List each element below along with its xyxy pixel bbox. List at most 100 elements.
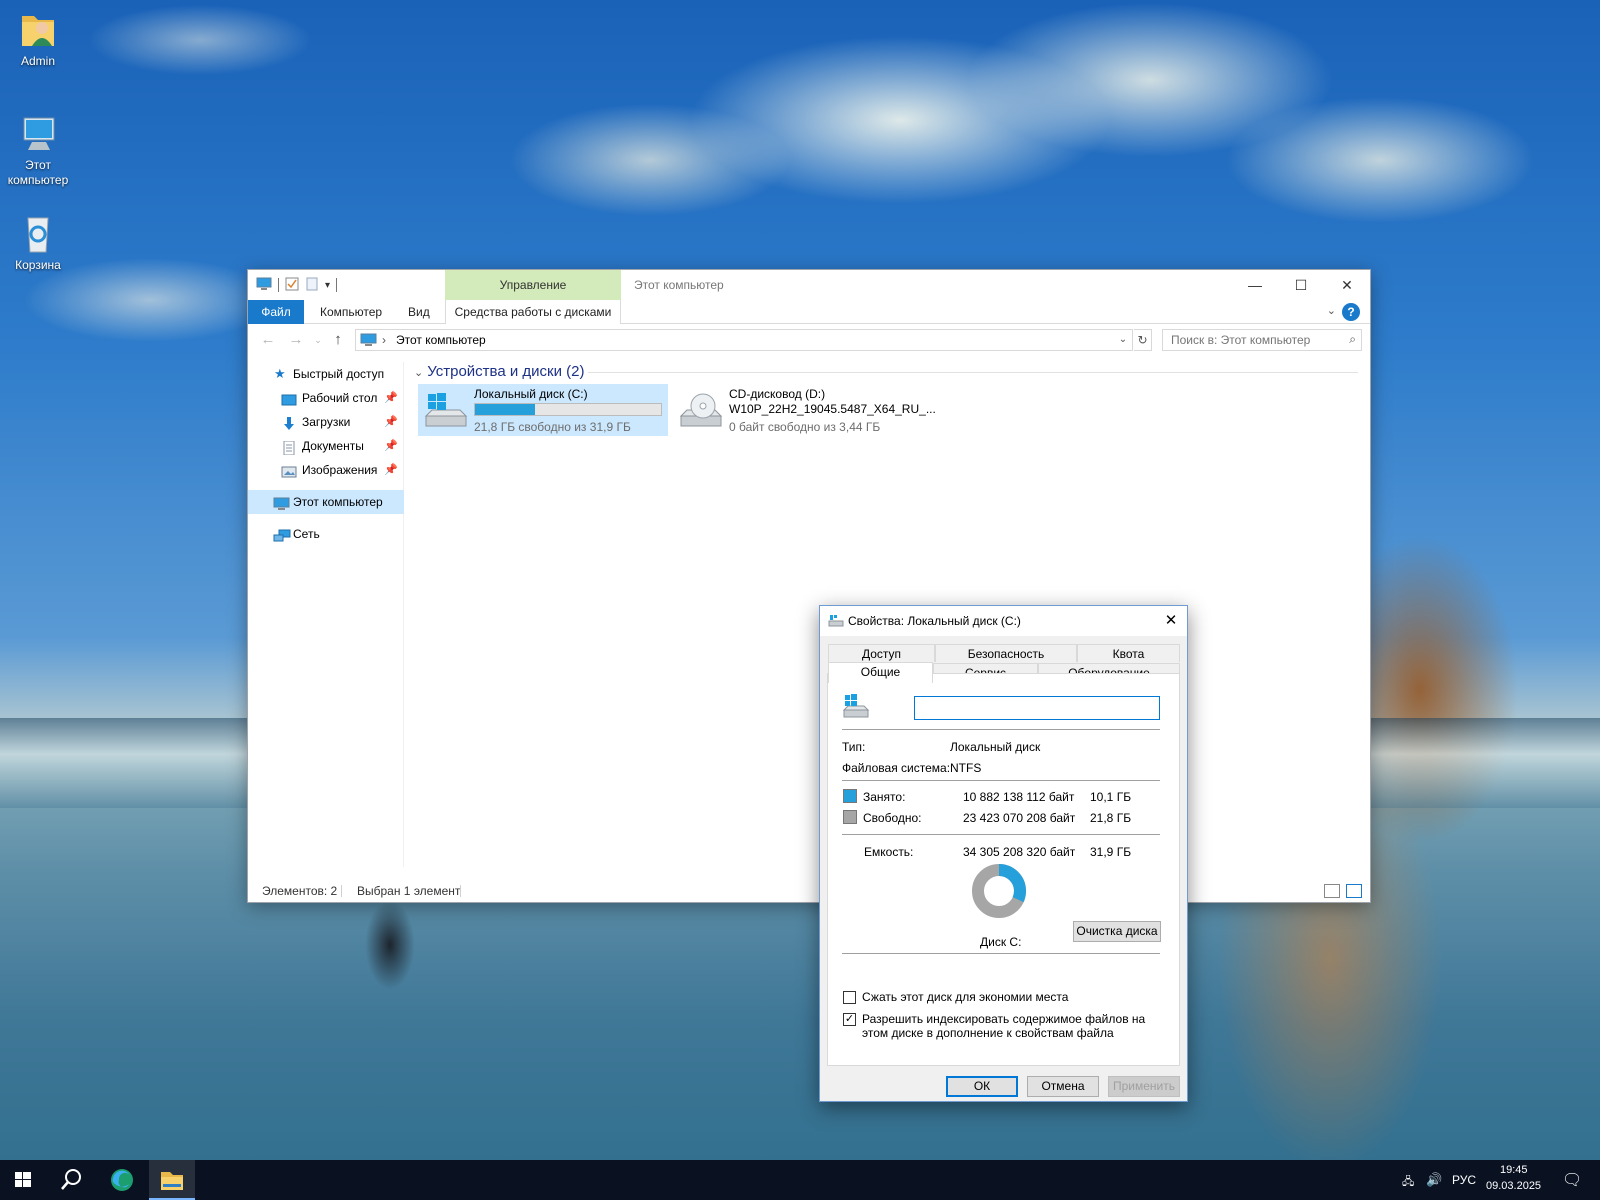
navigation-bar: ← → ⌄ ↑ › Этот компьютер ⌄ ↻ ⌕ <box>248 325 1370 355</box>
computer-icon <box>16 112 60 156</box>
desktop-folder-icon <box>281 391 297 406</box>
nav-item-label: Сеть <box>293 527 320 541</box>
drive-item-d[interactable]: CD-дисковод (D:) W10P_22H2_19045.5487_X6… <box>673 384 936 436</box>
explorer-titlebar[interactable]: ▾ Управление Этот компьютер — ☐ ✕ <box>248 270 1370 300</box>
address-bar[interactable]: › Этот компьютер ⌄ <box>355 329 1133 351</box>
collapse-chevron-icon[interactable]: ⌄ <box>414 367 423 379</box>
tab-computer[interactable]: Компьютер <box>308 300 394 324</box>
nav-item-pictures[interactable]: Изображения 📌 <box>248 458 404 482</box>
drive-name: CD-дисковод (D:) <box>729 387 826 401</box>
compress-checkbox[interactable] <box>843 991 856 1004</box>
nav-item-label: Изображения <box>302 463 378 477</box>
explorer-window: ▾ Управление Этот компьютер — ☐ ✕ Файл К… <box>247 269 1371 903</box>
computer-icon <box>273 495 290 510</box>
ok-button[interactable]: ОК <box>946 1076 1018 1097</box>
nav-item-documents[interactable]: Документы 📌 <box>248 434 404 458</box>
language-indicator[interactable]: РУС <box>1452 1173 1476 1187</box>
volume-name-input[interactable] <box>914 696 1160 720</box>
qat-separator <box>336 278 338 292</box>
disk-label: Диск C: <box>980 935 1022 949</box>
pin-icon[interactable]: 📌 <box>384 410 398 434</box>
minimize-button[interactable]: — <box>1232 270 1278 300</box>
address-dropdown-icon[interactable]: ⌄ <box>1114 330 1132 350</box>
filesystem-value: NTFS <box>950 761 982 775</box>
tab-view[interactable]: Вид <box>396 300 442 324</box>
drive-item-c[interactable]: Локальный диск (C:) 21,8 ГБ свободно из … <box>418 384 668 436</box>
volume-tray-icon[interactable]: 🔊 <box>1426 1172 1442 1188</box>
breadcrumb[interactable]: Этот компьютер <box>396 330 486 350</box>
search-input[interactable] <box>1163 330 1333 350</box>
desktop-icon-label: Корзина <box>15 258 61 272</box>
recycle-bin-icon <box>16 212 60 256</box>
refresh-icon[interactable]: ↻ <box>1134 329 1152 351</box>
tab-general[interactable]: Общие <box>828 662 933 683</box>
divider <box>842 729 1160 730</box>
recent-locations-icon[interactable]: ⌄ <box>308 331 328 349</box>
tab-disk-tools[interactable]: Средства работы с дисками <box>445 300 621 324</box>
nav-item-label: Документы <box>302 439 364 453</box>
close-button[interactable]: ✕ <box>1324 270 1370 300</box>
dialog-titlebar[interactable]: Свойства: Локальный диск (C:) ✕ <box>820 606 1187 636</box>
desktop-icon-this-pc[interactable]: Этот компьютер <box>0 112 76 188</box>
file-explorer-button[interactable] <box>149 1160 195 1200</box>
pin-icon[interactable]: 📌 <box>384 386 398 410</box>
nav-item-downloads[interactable]: Загрузки 📌 <box>248 410 404 434</box>
large-icons-view-icon[interactable] <box>1346 884 1362 898</box>
maximize-button[interactable]: ☐ <box>1278 270 1324 300</box>
dialog-title: Свойства: Локальный диск (C:) <box>848 614 1021 628</box>
disk-cleanup-button[interactable]: Очистка диска <box>1073 921 1161 942</box>
drive-icon <box>828 614 844 631</box>
edge-browser-button[interactable] <box>99 1160 145 1200</box>
ribbon-context-group: Управление <box>445 270 621 300</box>
pin-icon[interactable]: 📌 <box>384 434 398 458</box>
wallpaper-figure <box>365 900 415 990</box>
nav-item-desktop[interactable]: Рабочий стол 📌 <box>248 386 404 410</box>
details-view-icon[interactable] <box>1324 884 1340 898</box>
ribbon-tabs: Файл Компьютер Вид Средства работы с дис… <box>248 300 1370 324</box>
desktop-icon-admin[interactable]: Admin <box>0 8 76 69</box>
properties-dialog: Свойства: Локальный диск (C:) ✕ Доступ Б… <box>819 605 1188 1102</box>
new-folder-icon[interactable] <box>305 277 319 294</box>
quick-access-toolbar: ▾ <box>256 276 338 294</box>
tab-file[interactable]: Файл <box>248 300 304 324</box>
apply-button[interactable]: Применить <box>1108 1076 1180 1097</box>
search-box[interactable]: ⌕ <box>1162 329 1362 351</box>
index-checkbox[interactable]: ✓ <box>843 1013 856 1026</box>
index-label: Разрешить индексировать содержимое файло… <box>862 1012 1146 1040</box>
status-separator <box>460 885 461 897</box>
up-arrow-icon[interactable]: ↑ <box>328 331 348 349</box>
qat-dropdown-icon[interactable]: ▾ <box>325 280 330 291</box>
clock-date[interactable]: 09.03.2025 <box>1486 1180 1541 1192</box>
clock-time[interactable]: 19:45 <box>1500 1164 1528 1176</box>
nav-item-network[interactable]: Сеть <box>248 522 404 546</box>
nav-item-label: Рабочий стол <box>302 391 378 405</box>
properties-icon[interactable] <box>285 277 299 294</box>
status-item-count: Элементов: 2 <box>262 884 338 898</box>
type-label: Тип: <box>842 740 866 754</box>
drive-free-text: 0 байт свободно из 3,44 ГБ <box>729 420 881 434</box>
type-value: Локальный диск <box>950 740 1041 754</box>
tab-access[interactable]: Доступ <box>828 644 935 662</box>
pin-icon[interactable]: 📌 <box>384 458 398 482</box>
start-button[interactable] <box>0 1160 46 1200</box>
breadcrumb-chevron-icon[interactable]: › <box>382 330 386 350</box>
notifications-icon[interactable]: 🗨 <box>1562 1170 1582 1190</box>
folder-icon <box>161 1172 183 1190</box>
close-icon[interactable]: ✕ <box>1155 606 1187 636</box>
back-arrow-icon[interactable]: ← <box>258 331 278 349</box>
document-icon <box>281 439 297 456</box>
forward-arrow-icon[interactable]: → <box>286 331 306 349</box>
help-icon[interactable]: ? <box>1342 303 1360 321</box>
search-button[interactable] <box>48 1160 94 1200</box>
ribbon-expand-icon[interactable]: ⌄ <box>1327 304 1336 317</box>
filesystem-label: Файловая система: <box>842 761 951 775</box>
group-header[interactable]: ⌄ Устройства и диски (2) <box>414 362 584 382</box>
cancel-button[interactable]: Отмена <box>1027 1076 1099 1097</box>
nav-item-quick-access[interactable]: ★ Быстрый доступ <box>248 362 404 386</box>
tab-quota[interactable]: Квота <box>1077 644 1180 662</box>
tab-security[interactable]: Безопасность <box>935 644 1077 662</box>
desktop-icon-recycle-bin[interactable]: Корзина <box>0 212 76 273</box>
network-tray-icon[interactable]: 🖧 <box>1402 1173 1414 1192</box>
star-icon: ★ <box>274 366 286 381</box>
nav-item-this-pc[interactable]: Этот компьютер <box>248 490 404 514</box>
